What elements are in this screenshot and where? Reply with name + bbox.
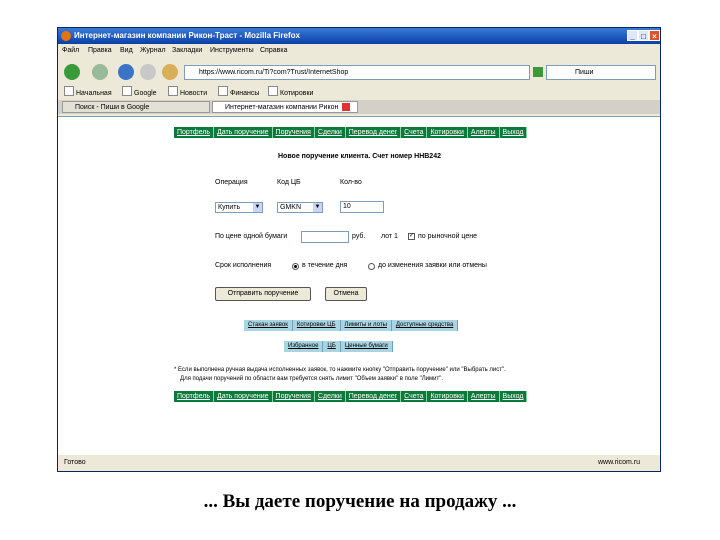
status-text: Готово (64, 459, 86, 466)
window-title: Интернет-магазин компании Рикон-Траст - … (74, 31, 300, 40)
browser-window: Интернет-магазин компании Рикон-Траст - … (57, 27, 661, 472)
slide-caption: ... Вы даете поручение на продажу ... (203, 491, 517, 512)
bookmarks-toolbar: Начальная Google Новости Финансы Котиров… (58, 86, 660, 100)
bookmark-item[interactable]: Котировки (268, 86, 313, 101)
menu-edit[interactable]: Правка (88, 44, 112, 58)
menu-view[interactable]: Вид (120, 44, 133, 58)
nav-exit[interactable]: Выход (500, 127, 528, 138)
bookmark-icon (218, 86, 228, 96)
term-day-radio[interactable] (292, 263, 299, 270)
bookmark-item[interactable]: Начальная (64, 86, 112, 101)
price-input[interactable] (301, 231, 349, 243)
chevron-down-icon: ▼ (253, 203, 262, 212)
bookmark-item[interactable]: Новости (168, 86, 207, 101)
status-bar: Готово www.ricom.ru (58, 455, 660, 471)
top-navigation: Портфель Дать поручение Поручения Сделки… (174, 127, 528, 138)
close-tab-icon[interactable] (342, 103, 350, 111)
quantity-input[interactable]: 10 (340, 201, 384, 213)
nav-orders[interactable]: Поручения (273, 391, 315, 402)
price-label: По цене одной бумаги (215, 233, 288, 240)
nav-quotes[interactable]: Котировки (427, 127, 468, 138)
nav-accounts[interactable]: Счета (401, 127, 428, 138)
sub-nav-favorites[interactable]: Избранное (284, 341, 324, 352)
nav-new-order[interactable]: Дать поручение (214, 391, 273, 402)
bookmark-item[interactable]: Google (122, 86, 157, 101)
nav-portfolio[interactable]: Портфель (174, 391, 215, 402)
back-icon[interactable] (64, 64, 80, 80)
tab-shop[interactable]: Интернет-магазин компании Рикон (212, 101, 358, 113)
menu-history[interactable]: Журнал (140, 44, 166, 58)
menu-bar: Файл Правка Вид Журнал Закладки Инструме… (58, 44, 660, 58)
bookmark-item[interactable]: Финансы (218, 86, 259, 101)
term-day-label: в течение дня (302, 262, 348, 269)
term-gtc-radio[interactable] (368, 263, 375, 270)
go-icon[interactable] (533, 67, 543, 77)
nav-accounts[interactable]: Счета (401, 391, 428, 402)
sub-navigation-2: Избранное ЦБ Ценные бумаги (284, 341, 393, 352)
search-input[interactable]: Пиши (546, 65, 656, 80)
lot-text: лот 1 (381, 233, 398, 240)
code-select[interactable]: GMKN ▼ (277, 202, 323, 213)
sub-navigation: Стакан заявок Котировки ЦБ Лимиты и лоты… (244, 320, 459, 331)
bookmark-icon (64, 86, 74, 96)
price-unit: руб. (352, 233, 366, 240)
submit-order-button[interactable]: Отправить поручение (215, 287, 311, 301)
sub-nav-orderbook[interactable]: Стакан заявок (244, 320, 293, 331)
sub-nav-papers[interactable]: Ценные бумаги (341, 341, 393, 352)
nav-transfer[interactable]: Перевод денег (346, 127, 402, 138)
nav-transfer[interactable]: Перевод денег (346, 391, 402, 402)
menu-tools[interactable]: Инструменты (210, 44, 254, 58)
nav-alerts[interactable]: Алерты (468, 127, 500, 138)
url-input[interactable]: https://www.ricom.ru/Ti?com?Trust/Intern… (184, 65, 530, 80)
bookmark-icon (122, 86, 132, 96)
forward-icon[interactable] (92, 64, 108, 80)
nav-deals[interactable]: Сделки (315, 391, 346, 402)
stop-icon[interactable] (140, 64, 156, 80)
bookmark-icon (268, 86, 278, 96)
maximize-button[interactable]: □ (638, 30, 649, 41)
sub-nav-funds[interactable]: Доступные средства (392, 320, 459, 331)
code-label: Код ЦБ (277, 179, 301, 186)
tab-strip: Поиск - Пиши в Google Интернет-магазин к… (58, 100, 660, 114)
sub-nav-quotes[interactable]: Котировки ЦБ (293, 320, 341, 331)
sub-nav-limits[interactable]: Лимиты и лоты (341, 320, 392, 331)
minimize-button[interactable]: _ (627, 30, 638, 41)
page-content: Портфель Дать поручение Поручения Сделки… (58, 116, 660, 455)
term-gtc-label: до изменения заявки или отмены (378, 262, 487, 269)
chevron-down-icon: ▼ (313, 203, 322, 212)
nav-quotes[interactable]: Котировки (427, 391, 468, 402)
form-title: Новое поручение клиента. Счет номер HHB2… (278, 153, 441, 160)
tab-google[interactable]: Поиск - Пиши в Google (62, 101, 210, 113)
firefox-icon (61, 31, 71, 41)
market-price-label: по рыночной цене (418, 233, 478, 240)
term-label: Срок исполнения (215, 262, 272, 269)
close-button[interactable]: × (649, 30, 660, 41)
title-bar: Интернет-магазин компании Рикон-Траст - … (58, 28, 660, 44)
cancel-button[interactable]: Отмена (325, 287, 367, 301)
qty-label: Кол-во (340, 179, 362, 186)
home-icon[interactable] (162, 64, 178, 80)
menu-bookmarks[interactable]: Закладки (172, 44, 202, 58)
bookmark-icon (168, 86, 178, 96)
operation-label: Операция (215, 179, 248, 186)
note-line-2: Для подачи поручений по области вам треб… (180, 376, 444, 382)
nav-alerts[interactable]: Алерты (468, 391, 500, 402)
nav-portfolio[interactable]: Портфель (174, 127, 215, 138)
operation-select[interactable]: Купить ▼ (215, 202, 263, 213)
bottom-navigation: Портфель Дать поручение Поручения Сделки… (174, 391, 528, 402)
nav-exit[interactable]: Выход (500, 391, 528, 402)
navigation-toolbar: https://www.ricom.ru/Ti?com?Trust/Intern… (58, 58, 660, 86)
reload-icon[interactable] (118, 64, 134, 80)
nav-orders[interactable]: Поручения (273, 127, 315, 138)
sub-nav-securities[interactable]: ЦБ (323, 341, 341, 352)
status-domain: www.ricom.ru (598, 459, 641, 466)
nav-new-order[interactable]: Дать поручение (214, 127, 273, 138)
menu-file[interactable]: Файл (62, 44, 79, 58)
menu-help[interactable]: Справка (260, 44, 287, 58)
note-line-1: * Если выполнена ручная выдача исполненн… (174, 367, 506, 373)
nav-deals[interactable]: Сделки (315, 127, 346, 138)
market-price-checkbox[interactable]: ✓ (408, 233, 415, 240)
